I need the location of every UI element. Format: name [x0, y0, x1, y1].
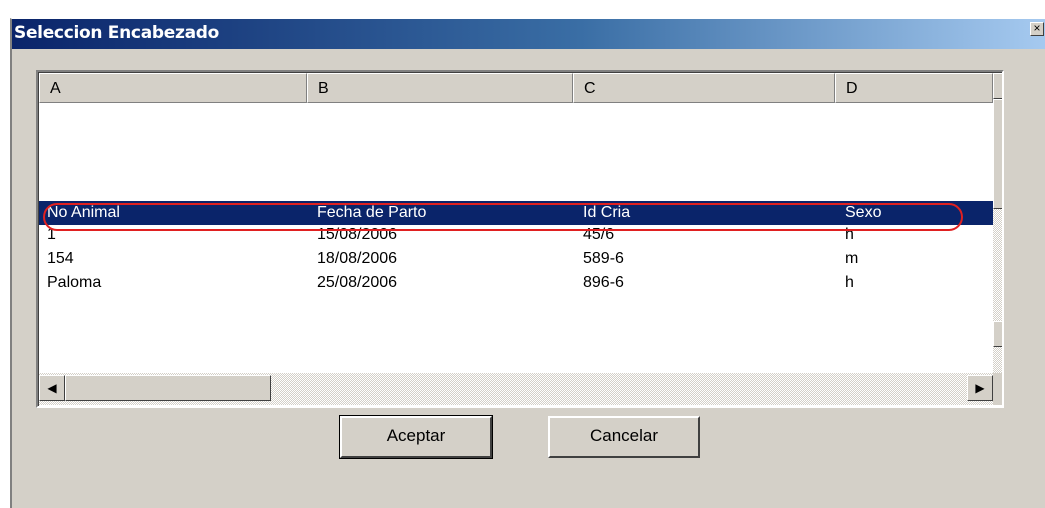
accept-button[interactable]: Aceptar [339, 415, 493, 459]
cell[interactable] [837, 119, 845, 143]
cancel-button[interactable]: Cancelar [548, 416, 700, 458]
cell[interactable]: 1 [39, 223, 56, 247]
cell[interactable]: No Animal [39, 201, 120, 225]
cell[interactable]: 589-6 [575, 247, 624, 271]
scroll-corner [993, 373, 1002, 405]
horizontal-scrollbar[interactable]: ◀ ▶ [39, 373, 993, 405]
window-title: Seleccion Encabezado [14, 23, 219, 43]
cell[interactable]: 154 [39, 247, 74, 271]
vertical-scroll-thumb[interactable] [993, 99, 1002, 209]
scroll-left-icon[interactable]: ◀ [39, 375, 65, 401]
column-header-d[interactable]: D [835, 73, 993, 103]
selected-table-row[interactable]: No Animal Fecha de Parto Id Cria Sexo [39, 201, 995, 225]
scroll-right-icon[interactable]: ▶ [967, 375, 993, 401]
cell[interactable]: 896-6 [575, 271, 624, 295]
grid-body: No Animal Fecha de Parto Id Cria Sexo 1 … [39, 103, 995, 373]
dialog-window: Seleccion Encabezado × A B C D No Animal… [10, 18, 1045, 508]
column-header-b[interactable]: B [307, 73, 573, 103]
scroll-down-icon[interactable]: ▼ [993, 321, 1002, 347]
cell[interactable]: Fecha de Parto [309, 201, 426, 225]
table-row[interactable] [39, 143, 995, 167]
column-header-a[interactable]: A [39, 73, 307, 103]
cell[interactable] [575, 143, 583, 167]
cell[interactable] [837, 143, 845, 167]
cell[interactable]: 18/08/2006 [309, 247, 397, 271]
table-row[interactable]: 1 15/08/2006 45/6 h [39, 223, 995, 247]
cell[interactable]: h [837, 223, 854, 247]
column-header-c[interactable]: C [573, 73, 835, 103]
table-row[interactable]: Paloma 25/08/2006 896-6 h [39, 271, 995, 295]
close-icon[interactable]: × [1030, 22, 1044, 36]
table-row[interactable]: 154 18/08/2006 589-6 m [39, 247, 995, 271]
title-bar[interactable]: Seleccion Encabezado × [12, 19, 1045, 49]
cell[interactable] [575, 119, 583, 143]
cell[interactable]: 25/08/2006 [309, 271, 397, 295]
cell[interactable]: Id Cria [575, 201, 630, 225]
cell[interactable]: m [837, 247, 858, 271]
cell[interactable] [309, 119, 317, 143]
data-grid[interactable]: A B C D No Animal Fecha de Parto Id Cria… [36, 70, 1004, 408]
cell[interactable]: h [837, 271, 854, 295]
cell[interactable]: Paloma [39, 271, 101, 295]
cell[interactable]: 45/6 [575, 223, 614, 247]
cell[interactable] [309, 143, 317, 167]
table-row[interactable] [39, 119, 995, 143]
cell[interactable]: 15/08/2006 [309, 223, 397, 247]
cell[interactable]: Sexo [837, 201, 881, 225]
scroll-up-icon[interactable]: ▲ [993, 73, 1002, 99]
horizontal-scroll-thumb[interactable] [65, 375, 271, 401]
cell[interactable] [39, 143, 47, 167]
vertical-scrollbar[interactable]: ▲ ▼ [993, 73, 1002, 373]
cell[interactable] [39, 119, 47, 143]
